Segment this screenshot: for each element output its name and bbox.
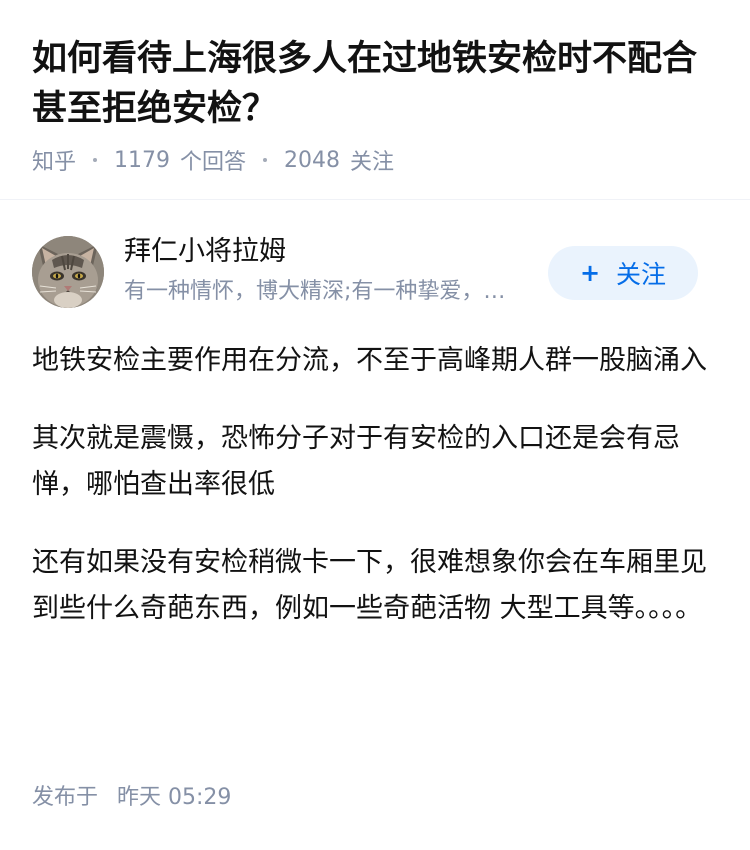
author-card: 拜仁小将拉姆 有一种情怀，博大精深;有一种挚爱，深入骨髓 + 关注: [0, 200, 750, 320]
source-label[interactable]: 知乎: [32, 144, 76, 176]
answers-count: 1179: [114, 147, 171, 173]
publish-time: 发布于 昨天 05:29: [32, 782, 231, 814]
followers-count: 2048: [284, 147, 341, 173]
cat-avatar-icon: [32, 236, 104, 308]
answer-paragraph: 其次就是震慑，恐怖分子对于有安检的入口还是会有忌惮，哪怕查出率很低: [32, 423, 680, 500]
question-meta: 知乎 1179 个回答 2048 关注: [32, 144, 394, 176]
follow-label: 关注: [616, 260, 667, 289]
follow-button[interactable]: + 关注: [548, 246, 698, 300]
separator-dot: [93, 158, 98, 162]
answer-content: 地铁安检主要作用在分流，不至于高峰期人群一股脑涌入 其次就是震慑，恐怖分子对于有…: [32, 338, 722, 664]
author-name[interactable]: 拜仁小将拉姆: [124, 234, 286, 270]
published-time: 昨天 05:29: [117, 785, 232, 810]
question-title[interactable]: 如何看待上海很多人在过地铁安检时不配合甚至拒绝安检？: [32, 34, 722, 134]
separator-dot: [263, 158, 268, 162]
author-bio: 有一种情怀，博大精深;有一种挚爱，深入骨髓: [124, 279, 519, 304]
answer-paragraph: 还有如果没有安检稍微卡一下，很难想象你会在车厢里见到些什么奇葩东西，例如一些奇葩…: [32, 547, 707, 624]
question-header: 如何看待上海很多人在过地铁安检时不配合甚至拒绝安检？ 知乎 1179 个回答 2…: [0, 0, 750, 200]
plus-icon: +: [579, 259, 601, 287]
author-avatar[interactable]: [32, 236, 104, 308]
published-label: 发布于: [32, 785, 99, 810]
followers-label[interactable]: 关注: [350, 144, 394, 176]
answer-paragraph: 地铁安检主要作用在分流，不至于高峰期人群一股脑涌入: [32, 345, 707, 376]
answers-label[interactable]: 个回答: [180, 144, 246, 176]
